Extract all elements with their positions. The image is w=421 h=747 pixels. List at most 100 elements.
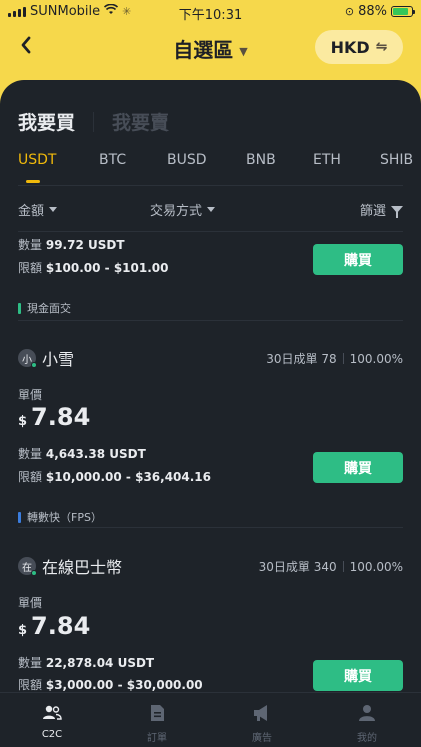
- nav-item-me[interactable]: 我的: [332, 703, 402, 744]
- coin-tab-busd[interactable]: BUSD: [167, 152, 207, 168]
- completion-rate: 100.00%: [349, 351, 403, 366]
- active-tab-indicator: [26, 180, 40, 183]
- coin-tabs: USDT BTC BUSD BNB ETH SHIB: [0, 152, 421, 186]
- quantity-label: 數量: [18, 238, 43, 252]
- nav-item-ads[interactable]: 廣告: [227, 703, 297, 744]
- payment-color-bar: [18, 302, 21, 314]
- tab-sell[interactable]: 我要賣: [112, 108, 169, 135]
- profile-icon: [357, 703, 377, 723]
- amount-filter[interactable]: 金額: [18, 200, 58, 219]
- stats-divider: [342, 561, 344, 572]
- nav-label: 訂單: [147, 733, 167, 744]
- price: $ 7.84: [18, 403, 90, 431]
- filter-bar: 金額 交易方式 篩選: [0, 200, 421, 220]
- payment-color-bar: [18, 511, 21, 523]
- price-value: 7.84: [31, 612, 91, 640]
- avatar: 在: [18, 557, 37, 576]
- orders-label: 30日成單: [266, 352, 318, 366]
- market-panel: 我要買 我要賣 USDT BTC BUSD BNB ETH SHIB 金額 交易…: [0, 80, 421, 747]
- payment-method-label: 現金面交: [27, 302, 71, 315]
- header: 自選區 ▼ HKD ⇋: [0, 24, 421, 76]
- limit-label: 限額: [18, 470, 43, 484]
- quantity-value: 4,643.38 USDT: [45, 447, 146, 461]
- payment-filter-label: 交易方式: [150, 204, 203, 219]
- coin-tab-bnb[interactable]: BNB: [246, 152, 276, 168]
- divider: [18, 185, 403, 186]
- stats-divider: [342, 353, 344, 364]
- trade-mode-tabs: 我要買 我要賣: [18, 108, 169, 135]
- quantity-label: 數量: [18, 447, 43, 461]
- divider: [18, 527, 403, 528]
- buy-button[interactable]: 購買: [313, 660, 403, 691]
- buy-button[interactable]: 購買: [313, 452, 403, 483]
- swap-icon: ⇋: [375, 39, 388, 55]
- caret-down-icon: [207, 207, 216, 212]
- status-right: ⊙ 88%: [344, 4, 415, 19]
- limit-label: 限額: [18, 261, 43, 275]
- document-icon: [147, 703, 167, 723]
- funnel-icon: [391, 206, 403, 218]
- buy-button[interactable]: 購買: [313, 244, 403, 275]
- nav-label: C2C: [41, 729, 63, 740]
- nav-item-c2c[interactable]: C2C: [17, 703, 87, 740]
- megaphone-icon: [252, 703, 272, 723]
- tab-divider: [93, 111, 95, 132]
- nav-label: 我的: [357, 733, 377, 744]
- battery-percent: 88%: [358, 4, 387, 19]
- quantity-value: 22,878.04 USDT: [45, 656, 155, 670]
- price-label: 單價: [18, 388, 43, 402]
- partial-quantity-row: 數量 99.72 USDT: [18, 236, 125, 253]
- price-label: 單價: [18, 596, 43, 610]
- orders-count: 340: [313, 559, 337, 574]
- orders-label: 30日成單: [258, 560, 310, 574]
- price-currency: $: [18, 623, 28, 638]
- divider: [18, 231, 403, 232]
- payment-filter[interactable]: 交易方式: [150, 200, 216, 219]
- coin-tab-eth[interactable]: ETH: [313, 152, 341, 168]
- coin-tab-btc[interactable]: BTC: [99, 152, 126, 168]
- limit-value: $100.00 - $101.00: [45, 261, 169, 275]
- limit-row: 限額 $10,000.00 - $36,404.16: [18, 468, 211, 485]
- advertiser-name: 在線巴士幣: [42, 558, 123, 577]
- divider: [18, 320, 403, 321]
- avatar: 小: [18, 349, 37, 368]
- amount-filter-label: 金額: [18, 204, 45, 219]
- advertiser-name: 小雪: [42, 350, 75, 369]
- online-dot: [31, 362, 37, 368]
- limit-row: 限額 $3,000.00 - $30,000.00: [18, 676, 203, 693]
- limit-label: 限額: [18, 678, 43, 692]
- status-bar: SUNMobile ✳ 下午10:31 ⊙ 88%: [0, 0, 421, 24]
- currency-selector[interactable]: HKD ⇋: [315, 30, 403, 64]
- price: $ 7.84: [18, 612, 90, 640]
- price-value: 7.84: [31, 403, 91, 431]
- price-currency: $: [18, 414, 28, 429]
- coin-tab-usdt[interactable]: USDT: [18, 152, 56, 168]
- limit-value: $3,000.00 - $30,000.00: [45, 678, 203, 692]
- advertiser-stats: 30日成單 340 100.00%: [259, 558, 403, 575]
- payment-method-tag: 現金面交: [18, 300, 71, 316]
- advertiser-row[interactable]: 小 小雪: [18, 346, 74, 370]
- advertiser-stats: 30日成單 78 100.00%: [266, 350, 403, 367]
- quantity-row: 數量 4,643.38 USDT: [18, 445, 146, 462]
- limit-value: $10,000.00 - $36,404.16: [45, 470, 212, 484]
- battery-icon: [391, 6, 415, 17]
- payment-method-tag: 轉數快（FPS）: [18, 509, 102, 525]
- advertiser-row[interactable]: 在 在線巴士幣: [18, 554, 122, 578]
- partial-limit-row: 限額 $100.00 - $101.00: [18, 259, 169, 276]
- online-dot: [31, 570, 37, 576]
- orientation-lock-icon: ⊙: [344, 5, 355, 18]
- quantity-value: 99.72 USDT: [45, 238, 125, 252]
- quantity-row: 數量 22,878.04 USDT: [18, 654, 154, 671]
- completion-rate: 100.00%: [349, 559, 403, 574]
- filter-button[interactable]: 篩選: [360, 200, 403, 219]
- payment-method-label: 轉數快（FPS）: [27, 511, 102, 524]
- coin-tab-shib[interactable]: SHIB: [380, 152, 413, 168]
- orders-count: 78: [321, 351, 337, 366]
- nav-item-orders[interactable]: 訂單: [122, 703, 192, 744]
- tab-buy[interactable]: 我要買: [18, 108, 75, 135]
- bottom-nav: C2C 訂單 廣告 我的: [0, 692, 421, 747]
- currency-label: HKD: [330, 37, 370, 57]
- quantity-label: 數量: [18, 656, 43, 670]
- caret-down-icon: [49, 207, 58, 212]
- page-title: 自選區: [173, 38, 234, 62]
